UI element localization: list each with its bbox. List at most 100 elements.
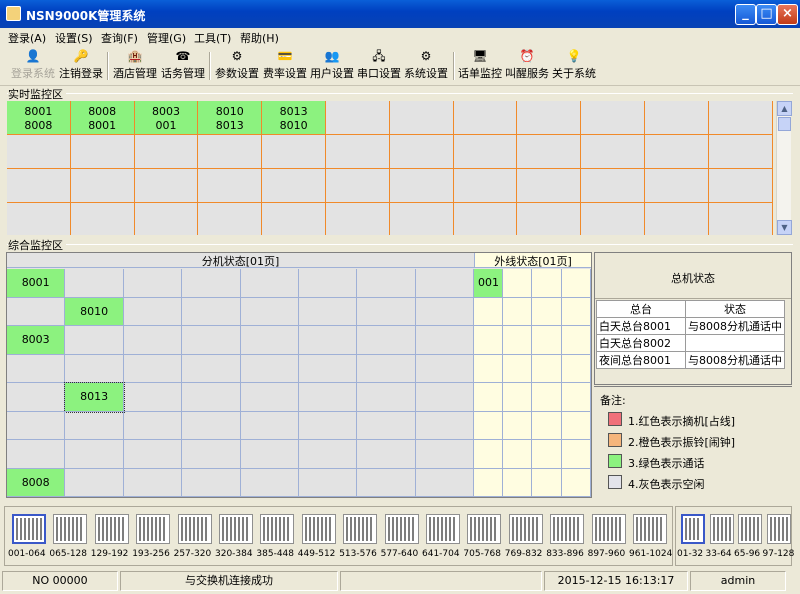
trunk-cell[interactable]: [503, 383, 533, 412]
extension-cell[interactable]: 8010: [65, 297, 124, 326]
realtime-cell[interactable]: [70, 135, 135, 169]
extension-cell[interactable]: [357, 411, 416, 440]
extension-cell[interactable]: [415, 468, 475, 497]
realtime-cell[interactable]: [389, 169, 454, 203]
realtime-cell[interactable]: 8010 8013: [198, 101, 263, 135]
extension-cell[interactable]: [299, 383, 358, 412]
trunk-cell[interactable]: [503, 269, 533, 298]
trunk-cell[interactable]: [532, 297, 562, 326]
extension-cell[interactable]: [240, 269, 299, 298]
extension-cell[interactable]: [123, 269, 183, 298]
extension-cell[interactable]: [415, 297, 475, 326]
table-row[interactable]: 夜间总台8001 与8008分机通话中: [596, 351, 785, 369]
trunk-cell[interactable]: [503, 354, 533, 383]
user-settings-button[interactable]: 👥 用户设置: [309, 49, 355, 83]
realtime-cell[interactable]: [198, 203, 263, 235]
realtime-cell[interactable]: [645, 101, 709, 135]
trunk-cell[interactable]: [532, 440, 562, 469]
realtime-cell[interactable]: [453, 169, 518, 203]
extension-cell[interactable]: [240, 354, 299, 383]
extension-cell[interactable]: [357, 440, 416, 469]
extension-page-button[interactable]: [550, 514, 585, 544]
trunk-cell[interactable]: [503, 326, 533, 355]
extension-cell[interactable]: [415, 354, 475, 383]
extension-cell[interactable]: [123, 468, 183, 497]
extension-cell[interactable]: [7, 297, 66, 326]
table-row[interactable]: 白天总台8002: [596, 334, 785, 352]
extension-cell[interactable]: [299, 297, 358, 326]
extension-cell[interactable]: [240, 440, 299, 469]
extension-page-button[interactable]: [633, 514, 667, 544]
realtime-cell[interactable]: [198, 169, 263, 203]
trunk-cell[interactable]: [532, 411, 562, 440]
extension-cell[interactable]: [299, 468, 358, 497]
table-row[interactable]: 白天总台8001 与8008分机通话中: [596, 317, 785, 335]
realtime-cell[interactable]: [262, 169, 326, 203]
extension-cell[interactable]: [240, 468, 299, 497]
extension-cell[interactable]: [182, 411, 241, 440]
realtime-cell[interactable]: [645, 135, 709, 169]
bill-monitor-button[interactable]: 🖥 话单监控: [457, 49, 503, 83]
login-system-button[interactable]: 👤 登录系统: [10, 49, 56, 83]
trunk-cell[interactable]: [561, 440, 591, 469]
menu-manage[interactable]: 管理(G): [147, 30, 186, 46]
extension-page-button[interactable]: [260, 514, 295, 544]
extension-cell[interactable]: [415, 383, 475, 412]
realtime-cell[interactable]: [198, 135, 263, 169]
trunk-page-button[interactable]: [681, 514, 705, 544]
extension-cell[interactable]: [182, 468, 241, 497]
realtime-cell[interactable]: [326, 203, 390, 235]
trunk-cell[interactable]: [474, 326, 504, 355]
extension-cell[interactable]: [7, 440, 66, 469]
trunk-page-button[interactable]: [766, 514, 791, 544]
hotel-manage-button[interactable]: 🏨 酒店管理: [112, 49, 158, 83]
trunk-cell[interactable]: [474, 468, 504, 497]
trunk-cell[interactable]: [503, 297, 533, 326]
close-button[interactable]: ×: [777, 4, 798, 25]
extension-cell[interactable]: [182, 297, 241, 326]
realtime-cell[interactable]: [645, 169, 709, 203]
realtime-cell[interactable]: [581, 203, 645, 235]
extension-cell[interactable]: [357, 297, 416, 326]
extension-cell[interactable]: [299, 269, 358, 298]
scroll-thumb[interactable]: [778, 117, 791, 131]
serial-settings-button[interactable]: 🖧 串口设置: [356, 49, 402, 83]
extension-cell[interactable]: [65, 354, 124, 383]
extension-cell[interactable]: [240, 326, 299, 355]
extension-cell[interactable]: [357, 383, 416, 412]
trunk-cell[interactable]: [474, 383, 504, 412]
wakeup-service-button[interactable]: ⏰ 叫醒服务: [504, 49, 550, 83]
extension-cell[interactable]: [299, 440, 358, 469]
trunk-cell[interactable]: [474, 354, 504, 383]
trunk-cell[interactable]: [474, 411, 504, 440]
realtime-cell[interactable]: 8003 001: [134, 101, 199, 135]
realtime-cell[interactable]: [517, 169, 582, 203]
extension-cell[interactable]: [299, 411, 358, 440]
extension-cell[interactable]: [357, 326, 416, 355]
trunk-cell[interactable]: [532, 354, 562, 383]
extension-cell[interactable]: 8001: [7, 269, 66, 298]
realtime-cell[interactable]: [326, 135, 390, 169]
realtime-cell[interactable]: [581, 169, 645, 203]
trunk-cell[interactable]: [474, 297, 504, 326]
extension-cell[interactable]: [7, 411, 66, 440]
extension-cell[interactable]: [182, 383, 241, 412]
realtime-cell[interactable]: [389, 101, 454, 135]
realtime-cell[interactable]: [389, 135, 454, 169]
trunk-cell[interactable]: [532, 269, 562, 298]
realtime-cell[interactable]: [453, 135, 518, 169]
realtime-cell[interactable]: 8008 8001: [70, 101, 135, 135]
extension-cell[interactable]: [123, 440, 183, 469]
scroll-up-button[interactable]: ▲: [777, 101, 792, 116]
realtime-cell[interactable]: [645, 203, 709, 235]
trunk-cell[interactable]: [561, 326, 591, 355]
scroll-down-button[interactable]: ▼: [777, 220, 792, 235]
extension-cell[interactable]: [123, 354, 183, 383]
minimize-button[interactable]: _: [735, 4, 756, 25]
extension-cell[interactable]: [123, 326, 183, 355]
realtime-cell[interactable]: [134, 169, 199, 203]
menu-tools[interactable]: 工具(T): [194, 30, 231, 46]
extension-cell[interactable]: [415, 326, 475, 355]
realtime-cell[interactable]: 8001 8008: [7, 101, 71, 135]
realtime-cell[interactable]: [708, 135, 773, 169]
